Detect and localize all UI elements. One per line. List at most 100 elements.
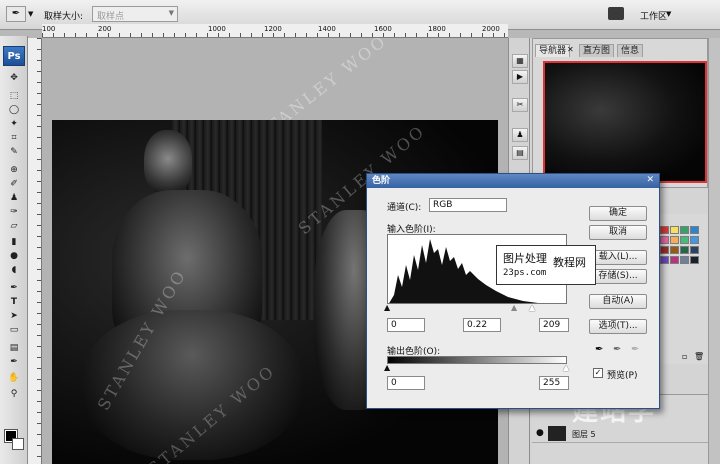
white-point-eyedropper-icon[interactable]: ✒: [631, 344, 639, 355]
auto-button[interactable]: 自动(A): [589, 294, 647, 309]
vertical-ruler: [28, 38, 42, 464]
input-slider-track: ▲ ▲ ▲: [384, 303, 567, 312]
close-icon[interactable]: ✕: [646, 175, 654, 185]
swatch[interactable]: [670, 246, 679, 254]
dock-brush-icon[interactable]: ▤: [512, 146, 528, 160]
notes-tool-icon[interactable]: ▤: [7, 342, 21, 353]
swatch[interactable]: [690, 256, 699, 264]
layer-thumbnail: [548, 426, 566, 441]
swatch[interactable]: [680, 226, 689, 234]
ruler-tick-label: 1000: [208, 25, 226, 33]
swatch[interactable]: [670, 256, 679, 264]
options-button[interactable]: 选项(T)...: [589, 319, 647, 334]
trash-icon[interactable]: 🗑: [694, 352, 704, 361]
dock-clone-icon[interactable]: ♟: [512, 128, 528, 142]
swatch[interactable]: [670, 236, 679, 244]
ruler-tick-label: 1400: [318, 25, 336, 33]
figure-woman-head: [144, 130, 192, 194]
marquee-tool-icon[interactable]: ⬚: [7, 90, 21, 101]
navigator-panel: 导航器 ✕ 直方图 信息: [532, 38, 708, 188]
background-color-swatch[interactable]: [12, 438, 24, 450]
tab-navigator[interactable]: 导航器: [535, 44, 571, 57]
input-gamma-slider-icon[interactable]: ▲: [511, 303, 517, 312]
swatch[interactable]: [690, 246, 699, 254]
eyedropper-toolbox-icon[interactable]: ✒: [7, 356, 21, 367]
cancel-button[interactable]: 取消: [589, 225, 647, 240]
layer-name: 图层 5: [572, 430, 596, 439]
input-white-field[interactable]: 209: [539, 318, 569, 332]
tab-info[interactable]: 信息: [617, 44, 644, 57]
swatch[interactable]: [660, 226, 669, 234]
swatch[interactable]: [660, 246, 669, 254]
eyedropper-tool-icon[interactable]: ✒: [6, 6, 26, 22]
swatch[interactable]: [680, 236, 689, 244]
gray-point-eyedropper-icon[interactable]: ✒: [613, 344, 621, 355]
dock-tools-icon[interactable]: ✂: [512, 98, 528, 112]
preview-label: 预览(P): [607, 371, 638, 381]
new-swatch-icon[interactable]: ▫: [682, 352, 687, 361]
chevron-down-icon: ▼: [168, 9, 174, 17]
blur-tool-icon[interactable]: ●: [7, 250, 21, 261]
load-button[interactable]: 载入(L)...: [589, 250, 647, 265]
output-black-slider-icon[interactable]: ▲: [384, 363, 390, 372]
move-tool-icon[interactable]: ✥: [7, 72, 21, 83]
ruler-tick-label: 1800: [428, 25, 446, 33]
swatch[interactable]: [690, 236, 699, 244]
bridge-icon[interactable]: [608, 7, 624, 20]
slice-tool-icon[interactable]: ✎: [7, 146, 21, 157]
eraser-tool-icon[interactable]: ▱: [7, 220, 21, 231]
eye-icon[interactable]: ●: [536, 428, 544, 438]
hand-tool-icon[interactable]: ✋: [7, 372, 21, 383]
lasso-tool-icon[interactable]: ◯: [7, 104, 21, 115]
history-brush-tool-icon[interactable]: ✑: [7, 206, 21, 217]
tab-histogram[interactable]: 直方图: [579, 44, 615, 57]
input-black-field[interactable]: 0: [387, 318, 425, 332]
shape-tool-icon[interactable]: ▭: [7, 324, 21, 335]
tool-preset-dropdown-icon[interactable]: ▼: [28, 10, 33, 18]
workspace-label[interactable]: 工作区: [640, 9, 667, 22]
ruler-tick-label: 1600: [374, 25, 392, 33]
site-watermark-line2: 23ps.com: [503, 268, 547, 278]
photoshop-window: ✒ ▼ 取样大小: 取样点 ▼ 工作区 ▼ Ps ✥ ⬚ ◯ ✦ ⌗ ✎ ⊕ ✐…: [0, 0, 720, 464]
site-watermark-line1: 图片处理: [503, 252, 547, 265]
channel-select[interactable]: RGB: [429, 198, 507, 212]
pen-tool-icon[interactable]: ✒: [7, 282, 21, 293]
healing-brush-tool-icon[interactable]: ⊕: [7, 164, 21, 175]
zoom-tool-icon[interactable]: ⚲: [7, 388, 21, 399]
brush-tool-icon[interactable]: ✐: [7, 178, 21, 189]
swatch[interactable]: [670, 226, 679, 234]
swatch[interactable]: [690, 226, 699, 234]
black-point-eyedropper-icon[interactable]: ✒: [595, 344, 603, 355]
magic-wand-tool-icon[interactable]: ✦: [7, 118, 21, 129]
swatch[interactable]: [660, 256, 669, 264]
swatch[interactable]: [660, 236, 669, 244]
swatch[interactable]: [680, 256, 689, 264]
clone-stamp-tool-icon[interactable]: ♟: [7, 192, 21, 203]
horizontal-ruler: 100 200 1000 1200 1400 1600 1800 2000: [42, 24, 508, 38]
dialog-title: 色阶: [367, 174, 659, 188]
navigator-thumbnail[interactable]: [543, 61, 707, 183]
ruler-tick-label: 2000: [482, 25, 500, 33]
sample-size-select[interactable]: 取样点 ▼: [92, 6, 178, 22]
gradient-tool-icon[interactable]: ▮: [7, 236, 21, 247]
preview-checkbox[interactable]: ✓: [593, 368, 603, 378]
output-black-field[interactable]: 0: [387, 376, 425, 390]
dodge-tool-icon[interactable]: ◖: [7, 264, 21, 275]
ps-logo: Ps: [3, 46, 25, 66]
dock-actions-icon[interactable]: ▶: [512, 70, 528, 84]
swatch[interactable]: [680, 246, 689, 254]
dock-history-icon[interactable]: ▦: [512, 54, 528, 68]
crop-tool-icon[interactable]: ⌗: [7, 132, 21, 143]
output-white-field[interactable]: 255: [539, 376, 569, 390]
ruler-tick-label: 200: [98, 25, 112, 33]
close-icon[interactable]: ✕: [567, 45, 574, 54]
input-gamma-field[interactable]: 0.22: [463, 318, 501, 332]
input-black-slider-icon[interactable]: ▲: [384, 303, 390, 312]
workspace-dropdown-icon[interactable]: ▼: [666, 10, 671, 18]
output-white-slider-icon[interactable]: ▲: [563, 363, 569, 372]
type-tool-icon[interactable]: T: [7, 296, 21, 307]
path-selection-tool-icon[interactable]: ➤: [7, 310, 21, 321]
ok-button[interactable]: 确定: [589, 206, 647, 221]
input-white-slider-icon[interactable]: ▲: [529, 303, 535, 312]
save-button[interactable]: 存储(S)...: [589, 269, 647, 284]
